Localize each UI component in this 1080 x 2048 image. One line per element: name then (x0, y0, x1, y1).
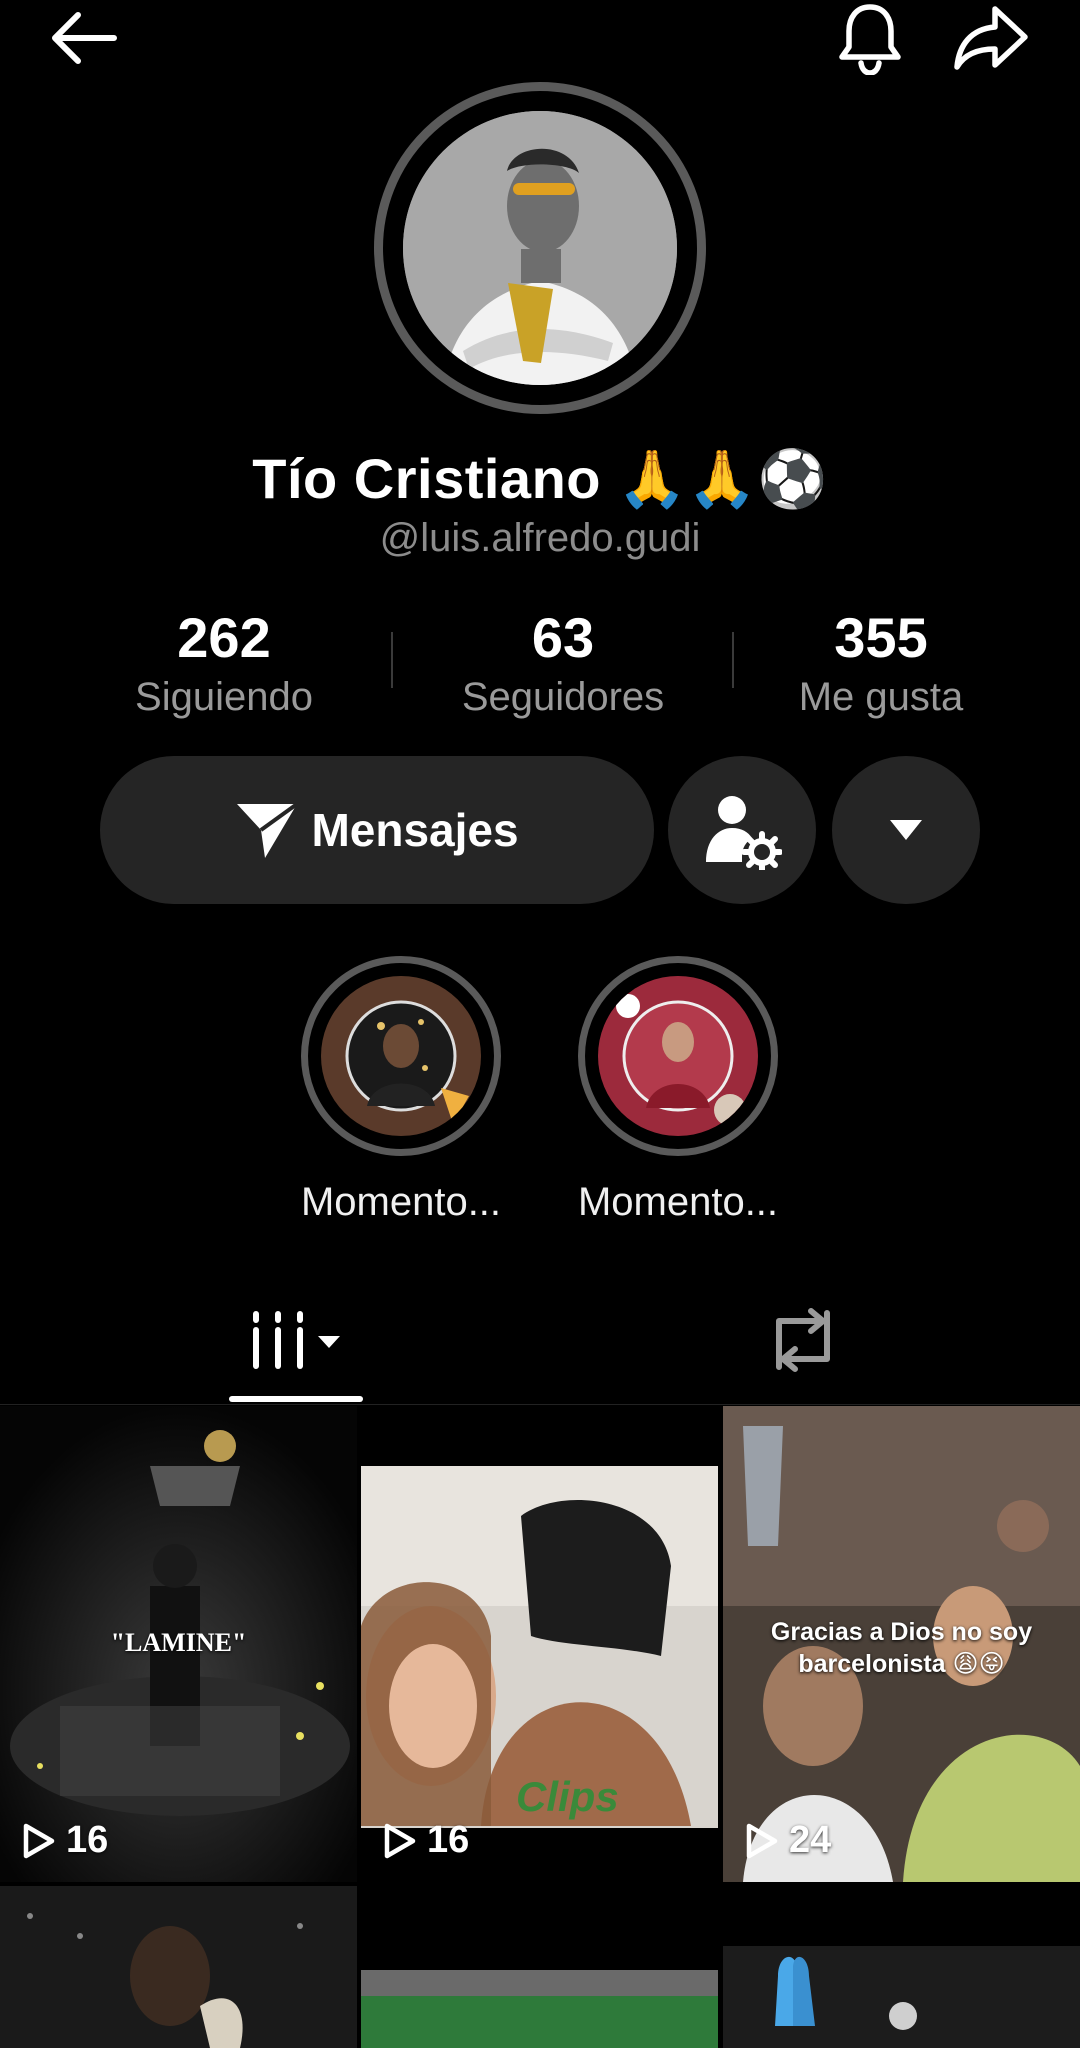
stat-followers[interactable]: 63 Seguidores (418, 604, 708, 722)
tab-reposts[interactable] (736, 1280, 870, 1400)
user-settings-icon (706, 796, 782, 870)
view-count: 16 (383, 1819, 469, 1862)
messages-label: Mensajes (311, 804, 519, 856)
stat-likes[interactable]: 355 Me gusta (758, 604, 1004, 722)
video-thumbnail[interactable] (361, 1886, 718, 2048)
play-icon (23, 1823, 55, 1858)
stat-label: Me gusta (798, 675, 964, 719)
paper-plane-icon (237, 802, 299, 858)
stat-value: 63 (531, 606, 595, 669)
view-count: 24 (745, 1819, 831, 1862)
display-name: Tío Cristiano 🙏🙏⚽ (252, 447, 828, 510)
highlight-item[interactable] (301, 956, 501, 1156)
stat-value: 355 (834, 606, 928, 669)
stat-label: Seguidores (461, 675, 665, 719)
share-button[interactable] (948, 0, 1034, 76)
view-count-value: 16 (66, 1819, 109, 1861)
active-tab-indicator (229, 1396, 363, 1402)
back-button[interactable] (38, 0, 128, 76)
stat-following[interactable]: 262 Siguiendo (94, 604, 354, 722)
video-caption: Gracias a Dios no soy barcelonista 😩😝 (770, 1618, 1033, 1678)
share-icon (954, 6, 1028, 70)
view-count-value: 16 (427, 1819, 470, 1861)
stat-label: Siguiendo (135, 675, 313, 719)
username[interactable]: @luis.alfredo.gudi (0, 516, 1080, 561)
stat-divider (391, 632, 393, 688)
highlight-cover-image (598, 976, 758, 1136)
videos-grid-icon (253, 1311, 340, 1369)
tab-separator (0, 1404, 1080, 1405)
video-caption: "LAMINE" (110, 1628, 247, 1657)
highlight-ring (578, 956, 778, 1156)
profile-avatar[interactable] (374, 82, 706, 414)
stat-value: 262 (177, 606, 271, 669)
highlight-item[interactable] (578, 956, 778, 1156)
back-arrow-icon (52, 12, 117, 64)
video-caption: Clips (516, 1773, 619, 1820)
play-icon (384, 1823, 416, 1858)
highlight-cover-image (321, 976, 481, 1136)
tab-videos[interactable] (229, 1280, 363, 1400)
more-dropdown-button[interactable] (832, 756, 980, 904)
notifications-button[interactable] (830, 0, 910, 76)
stat-divider (732, 632, 734, 688)
highlight-label: Momento... (300, 1180, 502, 1224)
bell-icon (839, 4, 901, 75)
video-thumbnail[interactable] (0, 1886, 357, 2048)
play-icon (746, 1823, 778, 1858)
avatar-photo (403, 111, 677, 385)
highlight-label: Momento... (577, 1180, 779, 1224)
highlight-ring (301, 956, 501, 1156)
triangle-down-icon (890, 820, 922, 840)
user-settings-button[interactable] (668, 756, 816, 904)
video-thumbnail[interactable]: "LAMINE" 16 (0, 1406, 357, 1882)
video-thumbnail[interactable] (723, 1886, 1080, 2048)
video-thumbnail[interactable]: Gracias a Dios no soy barcelonista 😩😝 24 (723, 1406, 1080, 1882)
video-thumbnail[interactable]: Clips 16 (361, 1406, 718, 1882)
repost-icon (776, 1308, 830, 1372)
view-count: 16 (22, 1819, 108, 1862)
messages-button[interactable]: Mensajes (100, 756, 654, 904)
view-count-value: 24 (789, 1819, 832, 1861)
